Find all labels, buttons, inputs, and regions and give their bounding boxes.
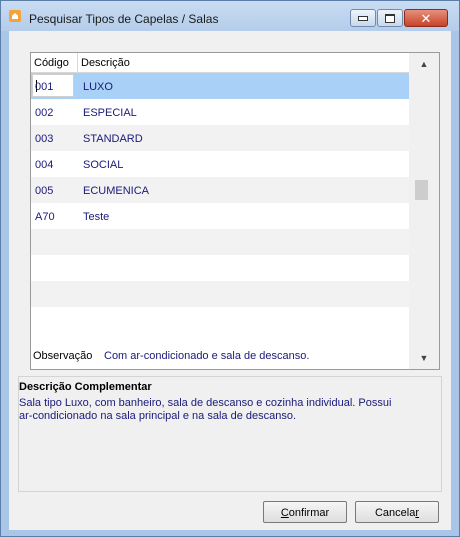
app-home-icon (9, 10, 21, 22)
table-row[interactable]: A70 Teste (31, 203, 409, 229)
cancelar-mnemonic: r (415, 507, 420, 519)
row-code: 003 (35, 133, 54, 145)
column-header-descricao[interactable]: Descrição (81, 57, 130, 69)
maximize-button[interactable] (377, 9, 403, 27)
table-row[interactable]: 002 ESPECIAL (31, 99, 409, 125)
table-row[interactable]: 001 LUXO (31, 73, 409, 99)
observacao-value: Com ar-condicionado e sala de descanso. (104, 350, 310, 362)
row-description: STANDARD (83, 133, 143, 145)
table-row[interactable]: 004 SOCIAL (31, 151, 409, 177)
empty-row (31, 255, 409, 281)
scroll-down-icon[interactable]: ▼ (409, 349, 439, 366)
maximize-icon (385, 13, 395, 23)
dialog-window: Pesquisar Tipos de Capelas / Salas ✕ Cód… (0, 0, 460, 537)
row-code: 002 (35, 107, 54, 119)
results-grid[interactable]: Código Descrição 001 LUXO 002 ESPECIAL 0… (30, 52, 440, 370)
window-title: Pesquisar Tipos de Capelas / Salas (29, 12, 219, 26)
row-description: Teste (83, 211, 110, 223)
table-row[interactable]: 003 STANDARD (31, 125, 409, 151)
descricao-complementar-line: ar-condicionado na sala principal e na s… (19, 410, 297, 422)
minimize-button[interactable] (350, 9, 376, 27)
row-description: SOCIAL (83, 159, 124, 171)
descricao-complementar-title: Descrição Complementar (19, 381, 152, 393)
column-divider (77, 53, 78, 72)
empty-row (31, 229, 409, 255)
confirmar-label: onfirmar (288, 507, 330, 519)
close-icon: ✕ (420, 10, 432, 26)
row-description: ECUMENICA (83, 185, 150, 197)
minimize-icon (358, 15, 368, 21)
empty-row (31, 281, 409, 307)
descricao-complementar-text: Sala tipo Luxo, com banheiro, sala de de… (19, 397, 419, 423)
grid-header: Código Descrição (31, 53, 409, 73)
cancelar-label: Cancela (374, 507, 416, 519)
descricao-complementar-group (18, 376, 442, 492)
row-code: 005 (35, 185, 54, 197)
row-code: 001 (35, 81, 54, 93)
cancelar-button[interactable]: Cancelar (355, 501, 439, 523)
observacao-label: Observação (33, 350, 93, 362)
row-code: A70 (35, 211, 55, 223)
vertical-scrollbar[interactable]: ▲ ▼ (409, 53, 439, 369)
row-description: LUXO (83, 81, 113, 93)
confirmar-button[interactable]: Confirmar (263, 501, 347, 523)
scrollbar-thumb[interactable] (415, 180, 428, 200)
close-button[interactable]: ✕ (404, 9, 448, 27)
row-description: ESPECIAL (83, 107, 137, 119)
descricao-complementar-line: Sala tipo Luxo, com banheiro, sala de de… (19, 397, 392, 409)
empty-row (31, 307, 409, 333)
table-row[interactable]: 005 ECUMENICA (31, 177, 409, 203)
dialog-body: Código Descrição 001 LUXO 002 ESPECIAL 0… (9, 31, 451, 530)
column-header-codigo[interactable]: Código (34, 57, 69, 69)
confirmar-mnemonic: C (280, 507, 289, 519)
title-bar[interactable]: Pesquisar Tipos de Capelas / Salas ✕ (1, 1, 459, 31)
row-code: 004 (35, 159, 54, 171)
scroll-up-icon[interactable]: ▲ (409, 55, 439, 72)
